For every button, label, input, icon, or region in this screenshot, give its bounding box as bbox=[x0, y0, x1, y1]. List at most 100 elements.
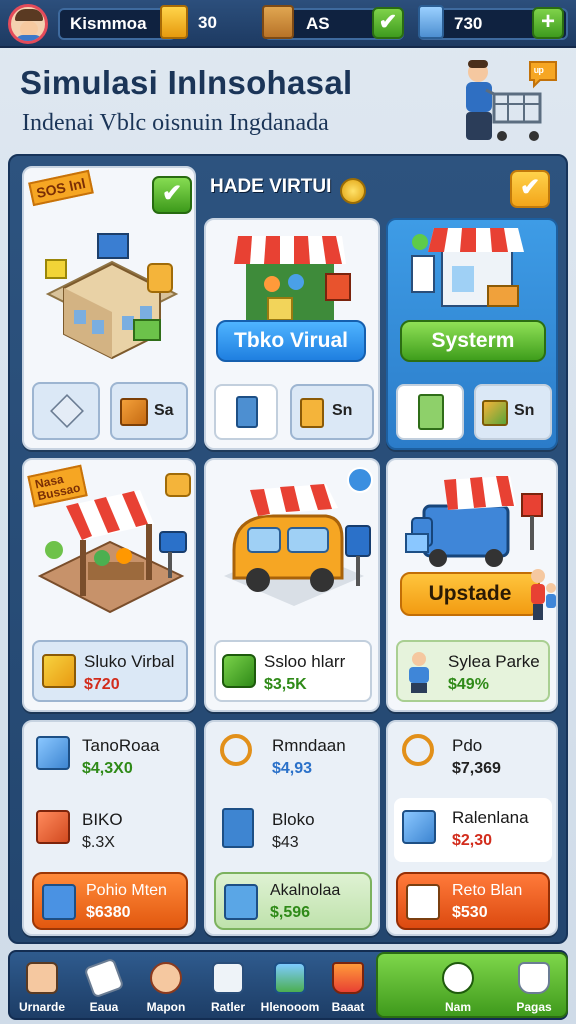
slot-value: Sn bbox=[514, 402, 535, 419]
market-stall-card[interactable]: Nasa Bussao Sluko Virbal $720 bbox=[22, 458, 196, 712]
delivery-truck-icon bbox=[224, 467, 373, 606]
box-icon bbox=[402, 810, 436, 844]
buy-button-1[interactable]: Pohio Mten $6380 bbox=[32, 872, 188, 930]
select-check-button[interactable]: ✔ bbox=[510, 170, 550, 208]
food-truck-title: Ssloo hlarr bbox=[264, 652, 346, 671]
item-list-card-1: TanoRoaa $4,3X0 BIKO $.3X Pohio Mten $63… bbox=[22, 720, 196, 936]
item-title: Pdo bbox=[452, 736, 483, 755]
promo-tag: SOS lnl bbox=[28, 169, 94, 207]
player-avatar[interactable] bbox=[8, 4, 48, 44]
kiosk-icon bbox=[411, 228, 524, 307]
market-stall-price: $720 bbox=[84, 676, 120, 693]
player-name: Kismmoa bbox=[70, 14, 147, 33]
nav-item-mapon[interactable]: Mapon bbox=[136, 952, 196, 1022]
item-list-card-3: Pdo $7,369 Ralenlana $2,30 Reto Blan $53… bbox=[386, 720, 558, 936]
item-slot-goods[interactable]: Sa bbox=[110, 382, 188, 440]
coin-icon bbox=[340, 178, 366, 204]
slot-value: Sa bbox=[154, 402, 174, 419]
player-name-pill[interactable]: Kismmoa bbox=[58, 8, 176, 40]
buy-button-3[interactable]: Reto Blan $530 bbox=[396, 872, 550, 930]
system-card[interactable]: Systerm Sn bbox=[386, 218, 558, 450]
page-title: Simulasi Inlnsohasal bbox=[20, 64, 353, 101]
column-header: HADE VIRTUI bbox=[210, 176, 332, 197]
item-title: Bloko bbox=[272, 810, 315, 829]
nav-item-pagas[interactable]: Pagas bbox=[504, 952, 564, 1022]
machine-icon bbox=[42, 884, 76, 920]
virtual-store-card[interactable]: Tbko Virual Sn bbox=[204, 218, 380, 450]
magnifier-icon bbox=[402, 734, 434, 766]
confirm-button[interactable]: ✔ bbox=[372, 7, 404, 39]
market-stall-info[interactable]: Sluko Virbal $720 bbox=[32, 640, 188, 702]
nav-item-baaat[interactable]: Baaat bbox=[318, 952, 378, 1022]
food-van-icon bbox=[405, 476, 543, 567]
nav-label: Eaua bbox=[89, 1000, 119, 1014]
main-board: SOS lnl ✔ Sa Nasa Bussao Sluko Virbal $7… bbox=[8, 154, 568, 944]
nav-label: Ratler bbox=[210, 1000, 245, 1014]
list-item[interactable]: BIKO $.3X bbox=[24, 798, 194, 868]
slot-value: Sn bbox=[332, 402, 353, 419]
nav-label: Mapon bbox=[146, 1000, 186, 1014]
gift-box-icon bbox=[36, 810, 70, 844]
market-stall-title: Sluko Virbal bbox=[84, 652, 175, 671]
item-slot-card[interactable]: Sn bbox=[290, 384, 374, 440]
cube-icon bbox=[50, 394, 84, 428]
system-button[interactable]: Systerm bbox=[400, 320, 546, 362]
buy-title: Akalnolaa bbox=[270, 882, 341, 899]
avatar-shirt bbox=[15, 35, 43, 41]
page-subtitle: Indenai Vblc oisnuin Ingdanada bbox=[22, 110, 329, 136]
van-price: $49% bbox=[448, 676, 489, 693]
upgrade-button[interactable]: Upstade bbox=[400, 572, 540, 616]
item-title: TanoRoaa bbox=[82, 736, 160, 755]
grocery-bag-icon bbox=[222, 654, 256, 688]
item-slot-phone[interactable] bbox=[214, 384, 278, 440]
nav-item-eaua[interactable]: Eaua bbox=[74, 952, 134, 1022]
item-slot-goods[interactable]: Sn bbox=[474, 384, 552, 440]
list-item[interactable]: Rmndaan $4,93 bbox=[206, 722, 378, 794]
coin-stack-icon bbox=[160, 5, 188, 39]
buy-price: $530 bbox=[452, 904, 488, 921]
food-truck-price: $3,5K bbox=[264, 676, 307, 693]
item-title: Rmndaan bbox=[272, 736, 346, 755]
food-truck-info[interactable]: Ssloo hlarr $3,5K bbox=[214, 640, 372, 702]
van-info[interactable]: Sylea Parke $49% bbox=[396, 640, 550, 702]
store-card-1[interactable]: SOS lnl ✔ Sa bbox=[22, 166, 196, 450]
nav-item-nam[interactable]: Nam bbox=[428, 952, 488, 1022]
coins-value: 30 bbox=[198, 13, 217, 32]
isometric-shop-icon bbox=[45, 233, 179, 360]
kids-icon bbox=[531, 569, 556, 620]
nav-label: Hlenooom bbox=[260, 1000, 320, 1014]
paper-icon bbox=[83, 957, 125, 999]
select-check-button[interactable]: ✔ bbox=[152, 176, 192, 214]
pot-icon bbox=[518, 962, 550, 994]
nav-item-urnarde[interactable]: Urnarde bbox=[12, 952, 72, 1022]
person-icon bbox=[26, 962, 58, 994]
item-price: $4,3X0 bbox=[82, 760, 133, 777]
food-truck-card[interactable]: Ssloo hlarr $3,5K bbox=[204, 458, 380, 712]
nav-label: Urnarde bbox=[18, 1000, 65, 1014]
nav-item-hlenooom[interactable]: Hlenooom bbox=[260, 952, 320, 1022]
item-slot-tablet[interactable] bbox=[396, 384, 464, 440]
papers-icon bbox=[212, 962, 244, 994]
van-card[interactable]: Upstade Sylea Parke $49% bbox=[386, 458, 558, 712]
item-slot-box[interactable] bbox=[32, 382, 100, 440]
add-cash-button[interactable]: + bbox=[532, 7, 564, 39]
boxes-value: AS bbox=[306, 14, 330, 33]
item-title: BIKO bbox=[82, 810, 123, 829]
item-list-card-2: Rmndaan $4,93 Bloko $43 Akalnolaa $,596 bbox=[204, 720, 380, 936]
virtual-store-button[interactable]: Tbko Virual bbox=[216, 320, 366, 362]
list-item[interactable]: Bloko $43 bbox=[206, 798, 378, 868]
nav-item-ratler[interactable]: Ratler bbox=[198, 952, 258, 1022]
list-item[interactable]: Ralenlana $2,30 bbox=[394, 798, 552, 862]
character-icon bbox=[150, 962, 182, 994]
nav-label: Nam bbox=[444, 1000, 471, 1014]
list-item[interactable]: TanoRoaa $4,3X0 bbox=[24, 722, 194, 794]
cash-register-icon bbox=[418, 5, 444, 39]
item-price: $.3X bbox=[82, 834, 115, 851]
buy-button-2[interactable]: Akalnolaa $,596 bbox=[214, 872, 372, 930]
tablet-icon bbox=[418, 394, 444, 430]
person-icon bbox=[409, 652, 429, 693]
top-status-bar: Kismmoa 30 AS ✔ 730 + bbox=[0, 0, 576, 48]
basket-icon bbox=[332, 962, 364, 994]
list-item[interactable]: Pdo $7,369 bbox=[388, 722, 556, 794]
box-icon bbox=[262, 5, 294, 39]
